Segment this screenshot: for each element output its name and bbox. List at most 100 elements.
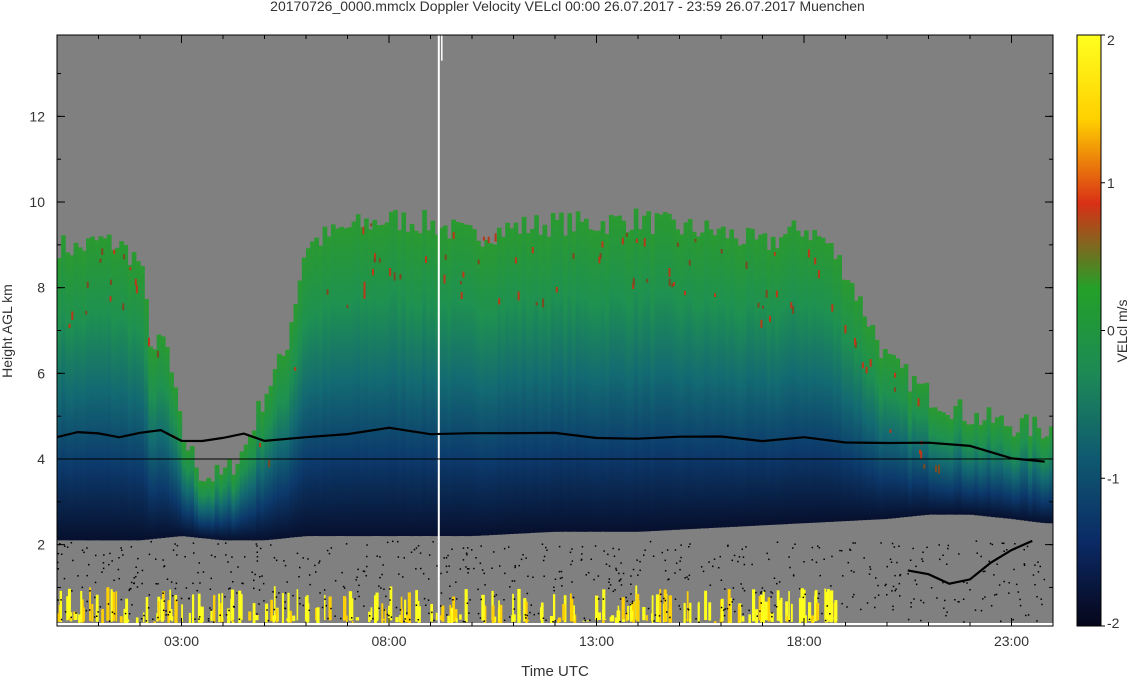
dot xyxy=(213,621,215,623)
cloud-column xyxy=(716,228,722,528)
dot xyxy=(113,579,115,582)
cloud-column xyxy=(737,245,743,527)
dot xyxy=(984,596,986,598)
dot xyxy=(724,588,726,590)
dot xyxy=(877,584,879,587)
dot xyxy=(415,604,418,606)
dot xyxy=(284,607,286,609)
dot xyxy=(63,545,66,547)
dot xyxy=(417,619,419,621)
dot xyxy=(410,551,413,553)
cloud-column xyxy=(970,424,975,515)
precip-mark xyxy=(776,590,780,621)
dot xyxy=(771,612,773,614)
cloud-column xyxy=(144,299,149,540)
dot xyxy=(653,620,655,622)
cloud-column xyxy=(389,211,394,537)
dot xyxy=(143,614,145,617)
dot xyxy=(473,567,475,570)
dot xyxy=(569,551,572,554)
dot xyxy=(272,591,274,593)
dot xyxy=(526,592,529,595)
dot xyxy=(679,560,681,562)
precip-mark xyxy=(248,611,252,621)
precip-mark xyxy=(91,603,94,622)
dot xyxy=(355,579,357,581)
dot xyxy=(166,578,169,580)
dot xyxy=(974,609,977,611)
dot xyxy=(1025,614,1027,617)
cloud-column xyxy=(949,419,955,515)
cloud-column xyxy=(198,480,203,538)
cloud-column xyxy=(472,229,477,536)
precip-mark xyxy=(240,594,243,620)
dot xyxy=(386,541,389,544)
dot xyxy=(584,619,586,622)
dot xyxy=(738,556,741,558)
dot xyxy=(826,605,828,607)
dot xyxy=(849,548,851,551)
dot xyxy=(395,606,398,609)
dot xyxy=(760,592,762,594)
dot xyxy=(150,541,152,543)
cloud-column xyxy=(750,228,755,526)
dot xyxy=(909,559,912,561)
dot xyxy=(886,565,888,568)
dot xyxy=(866,602,869,604)
dot xyxy=(397,556,400,558)
dot xyxy=(618,548,620,551)
dot xyxy=(165,610,167,612)
precip-mark xyxy=(834,621,838,623)
dot xyxy=(378,585,380,587)
cloud-column xyxy=(131,252,137,541)
dot xyxy=(885,583,887,586)
dot xyxy=(743,563,746,566)
precip-mark xyxy=(655,594,660,622)
dot xyxy=(130,587,132,590)
dot xyxy=(477,612,480,615)
x-axis-label: Time UTC xyxy=(521,663,589,678)
dot xyxy=(121,549,123,551)
dot xyxy=(990,605,993,607)
dot xyxy=(720,606,723,609)
speckle xyxy=(625,232,628,238)
speckle xyxy=(460,292,463,300)
dot xyxy=(664,599,667,602)
dot xyxy=(95,554,97,557)
dot xyxy=(357,568,359,571)
dot xyxy=(130,581,133,584)
speckle xyxy=(372,268,374,276)
dot xyxy=(172,549,175,551)
dot xyxy=(88,609,91,611)
precip-mark xyxy=(399,615,401,623)
cloud-column xyxy=(521,216,527,534)
dot xyxy=(661,551,663,554)
dot xyxy=(742,556,745,558)
dot xyxy=(823,558,825,560)
dot xyxy=(209,588,212,590)
cloud-column xyxy=(604,233,610,532)
dot xyxy=(229,587,231,589)
dot xyxy=(558,545,561,548)
dot xyxy=(654,614,657,616)
dot xyxy=(259,547,262,550)
speckle xyxy=(917,398,920,407)
dot xyxy=(475,557,477,559)
precip-mark xyxy=(752,589,756,622)
dot xyxy=(447,554,449,557)
cloud-column xyxy=(957,399,963,515)
dot xyxy=(163,565,166,567)
dot xyxy=(615,567,617,570)
dot xyxy=(176,544,179,547)
dot xyxy=(111,560,113,562)
dot xyxy=(514,565,516,567)
dot xyxy=(723,609,725,611)
dot xyxy=(85,609,88,612)
dot xyxy=(630,575,632,577)
dot xyxy=(824,619,827,622)
dot xyxy=(334,615,336,617)
cloud-column xyxy=(953,406,959,515)
dot xyxy=(298,576,300,578)
cloud-column xyxy=(77,247,83,541)
speckle xyxy=(555,286,558,293)
